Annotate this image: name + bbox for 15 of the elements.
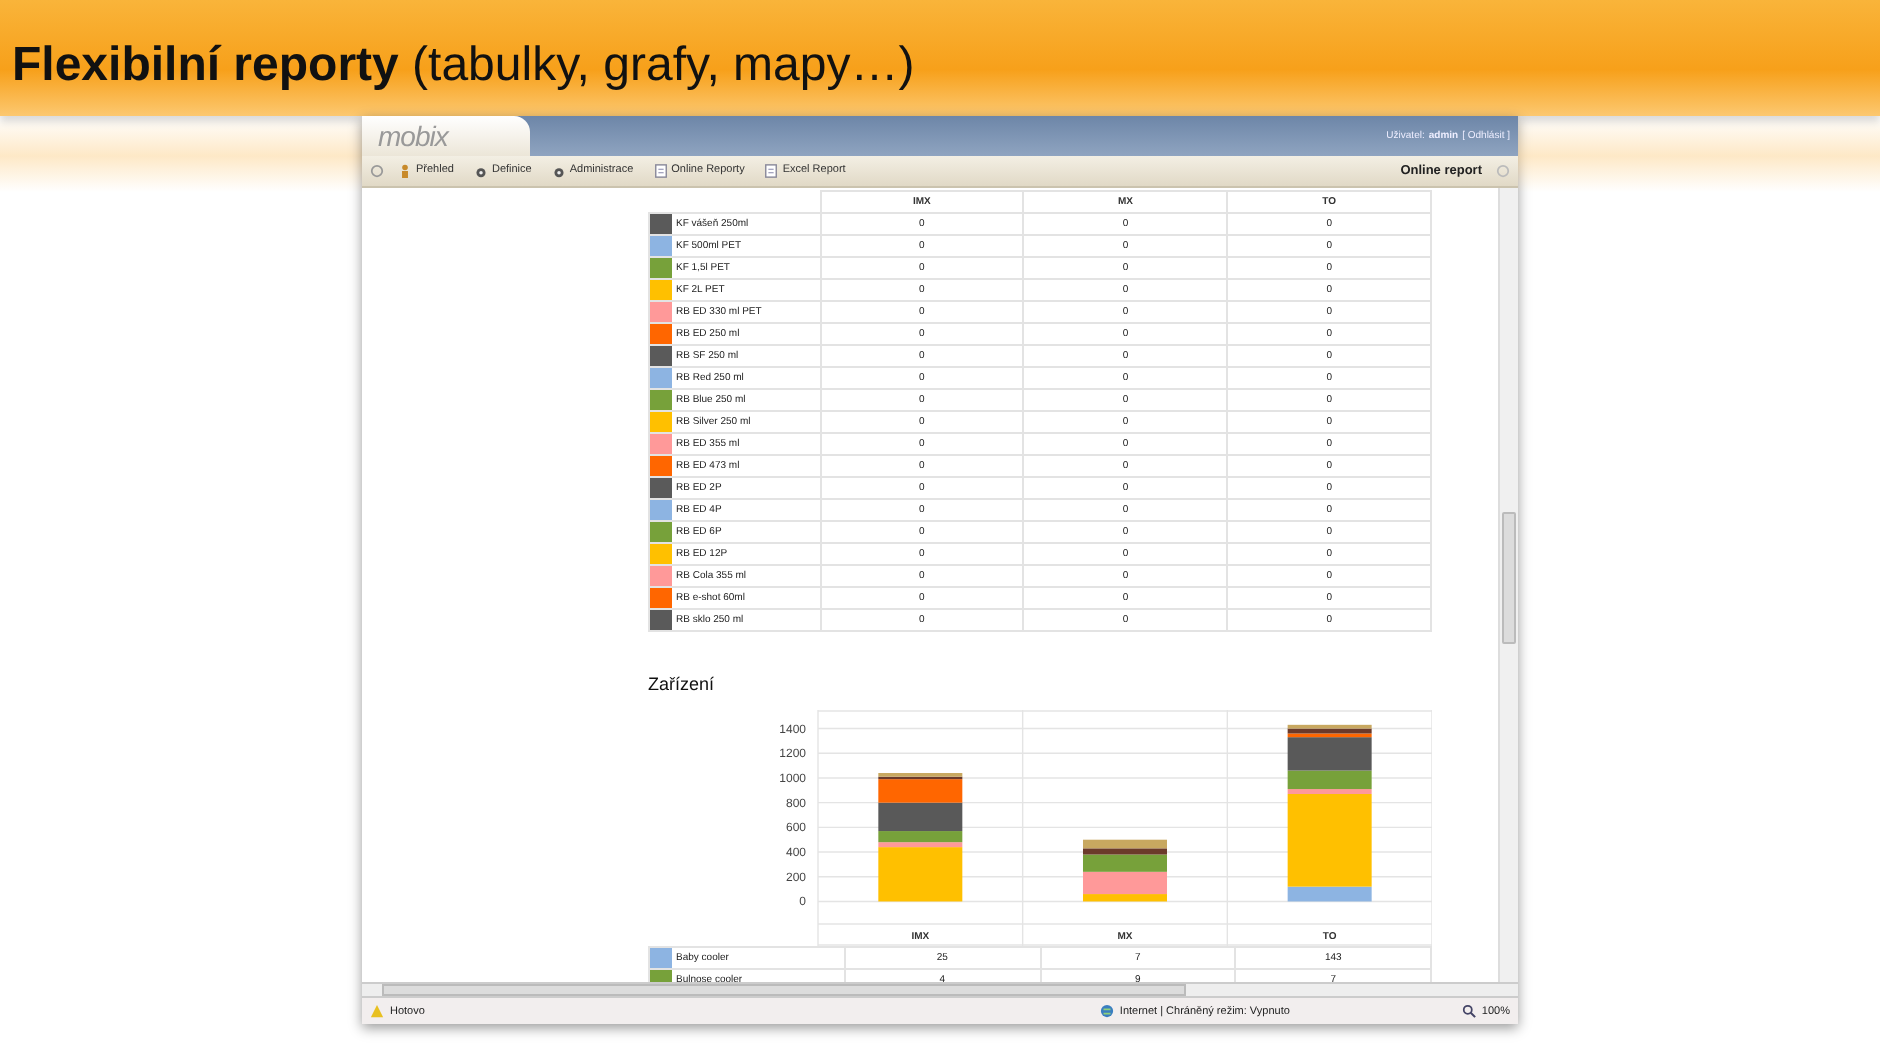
- document-icon: [653, 163, 668, 178]
- magnifier-icon[interactable]: [1461, 1004, 1476, 1019]
- vertical-scrollbar[interactable]: [1498, 187, 1518, 983]
- slide-title: Flexibilní reporty (tabulky, grafy, mapy…): [12, 38, 915, 94]
- logo: mobix: [378, 119, 448, 152]
- circle-icon[interactable]: [370, 163, 384, 178]
- globe-icon: [1099, 1004, 1114, 1019]
- person-icon: [398, 163, 412, 178]
- warning-icon: [370, 1004, 384, 1019]
- circle-icon[interactable]: [1496, 163, 1510, 178]
- document-icon: [764, 163, 779, 178]
- horizontal-scrollbar[interactable]: [362, 982, 1518, 997]
- gear-icon: [551, 163, 566, 178]
- section-heading: Zařízení: [648, 673, 717, 694]
- gear-icon: [473, 163, 488, 178]
